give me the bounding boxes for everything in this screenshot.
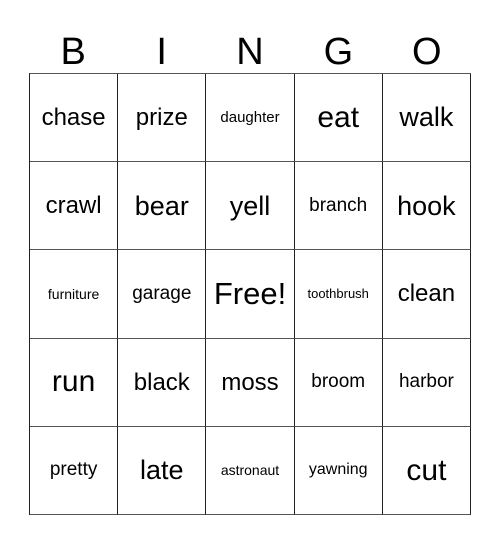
bingo-row: furniture garage Free! toothbrush clean — [30, 250, 472, 339]
bingo-free-space-cell[interactable]: Free! — [206, 250, 295, 339]
bingo-grid: chase prize daughter eat walk crawl bear… — [29, 73, 472, 516]
bingo-cell[interactable]: daughter — [206, 74, 295, 163]
bingo-cell[interactable]: broom — [294, 338, 383, 427]
bingo-cell[interactable]: pretty — [30, 426, 119, 516]
bingo-cell[interactable]: yell — [206, 162, 295, 251]
bingo-cell-label: moss — [221, 368, 279, 396]
bingo-cell-label: prize — [135, 104, 188, 131]
bingo-cell-label: furniture — [47, 285, 100, 302]
bingo-cell-label: yell — [229, 190, 271, 221]
bingo-header-letter-g: G — [323, 31, 354, 73]
bingo-cell-label: pretty — [49, 459, 98, 481]
bingo-cell[interactable]: crawl — [30, 162, 119, 251]
bingo-cell[interactable]: astronaut — [206, 426, 295, 516]
bingo-cell-label: daughter — [220, 108, 280, 126]
bingo-header-letter-b: B — [60, 31, 86, 73]
bingo-cell-label: astronaut — [220, 462, 280, 479]
bingo-row: crawl bear yell branch hook — [30, 162, 472, 251]
bingo-cell[interactable]: garage — [118, 250, 207, 339]
bingo-cell[interactable]: walk — [382, 74, 472, 163]
bingo-free-space-label: Free! — [213, 275, 287, 311]
bingo-cell-label: garage — [132, 283, 192, 305]
bingo-cell[interactable]: yawning — [294, 426, 383, 516]
bingo-row: chase prize daughter eat walk — [30, 74, 472, 163]
bingo-cell-label: chase — [41, 104, 106, 131]
bingo-cell[interactable]: cut — [382, 426, 472, 516]
bingo-cell[interactable]: bear — [118, 162, 207, 251]
bingo-cell[interactable]: chase — [30, 74, 119, 163]
bingo-cell-label: yawning — [308, 461, 368, 479]
bingo-cell[interactable]: furniture — [30, 250, 119, 339]
bingo-cell[interactable]: branch — [294, 162, 383, 251]
bingo-header-letter-n: N — [236, 31, 264, 73]
bingo-header-row: B I N G O — [29, 14, 471, 73]
bingo-cell-label: late — [140, 455, 184, 486]
bingo-cell-label: hook — [397, 190, 456, 221]
bingo-header-letter-i: I — [156, 31, 167, 73]
bingo-cell[interactable]: prize — [118, 74, 207, 163]
bingo-header-letter-o: O — [412, 31, 442, 73]
bingo-cell[interactable]: eat — [294, 74, 383, 163]
bingo-cell-label: eat — [317, 100, 360, 134]
bingo-cell-label: broom — [311, 371, 366, 393]
bingo-cell-label: clean — [397, 280, 456, 308]
bingo-cell-label: run — [51, 365, 96, 399]
bingo-cell[interactable]: harbor — [382, 338, 472, 427]
bingo-cell-label: harbor — [398, 371, 454, 393]
bingo-row: run black moss broom harbor — [30, 338, 472, 427]
bingo-cell-label: bear — [134, 190, 189, 221]
bingo-cell[interactable]: moss — [206, 338, 295, 427]
bingo-cell[interactable]: clean — [382, 250, 472, 339]
bingo-cell[interactable]: run — [30, 338, 119, 427]
bingo-row: pretty late astronaut yawning cut — [30, 426, 472, 516]
bingo-cell[interactable]: toothbrush — [294, 250, 383, 339]
bingo-cell[interactable]: late — [118, 426, 207, 516]
bingo-cell-label: walk — [399, 102, 454, 133]
bingo-cell-label: cut — [406, 453, 447, 487]
bingo-card: B I N G O chase prize daughter eat walk … — [29, 14, 472, 516]
bingo-cell-label: black — [133, 368, 190, 396]
bingo-cell[interactable]: black — [118, 338, 207, 427]
bingo-cell[interactable]: hook — [382, 162, 472, 251]
bingo-cell-label: crawl — [45, 192, 102, 220]
bingo-cell-label: branch — [309, 194, 368, 216]
bingo-cell-label: toothbrush — [307, 286, 369, 302]
